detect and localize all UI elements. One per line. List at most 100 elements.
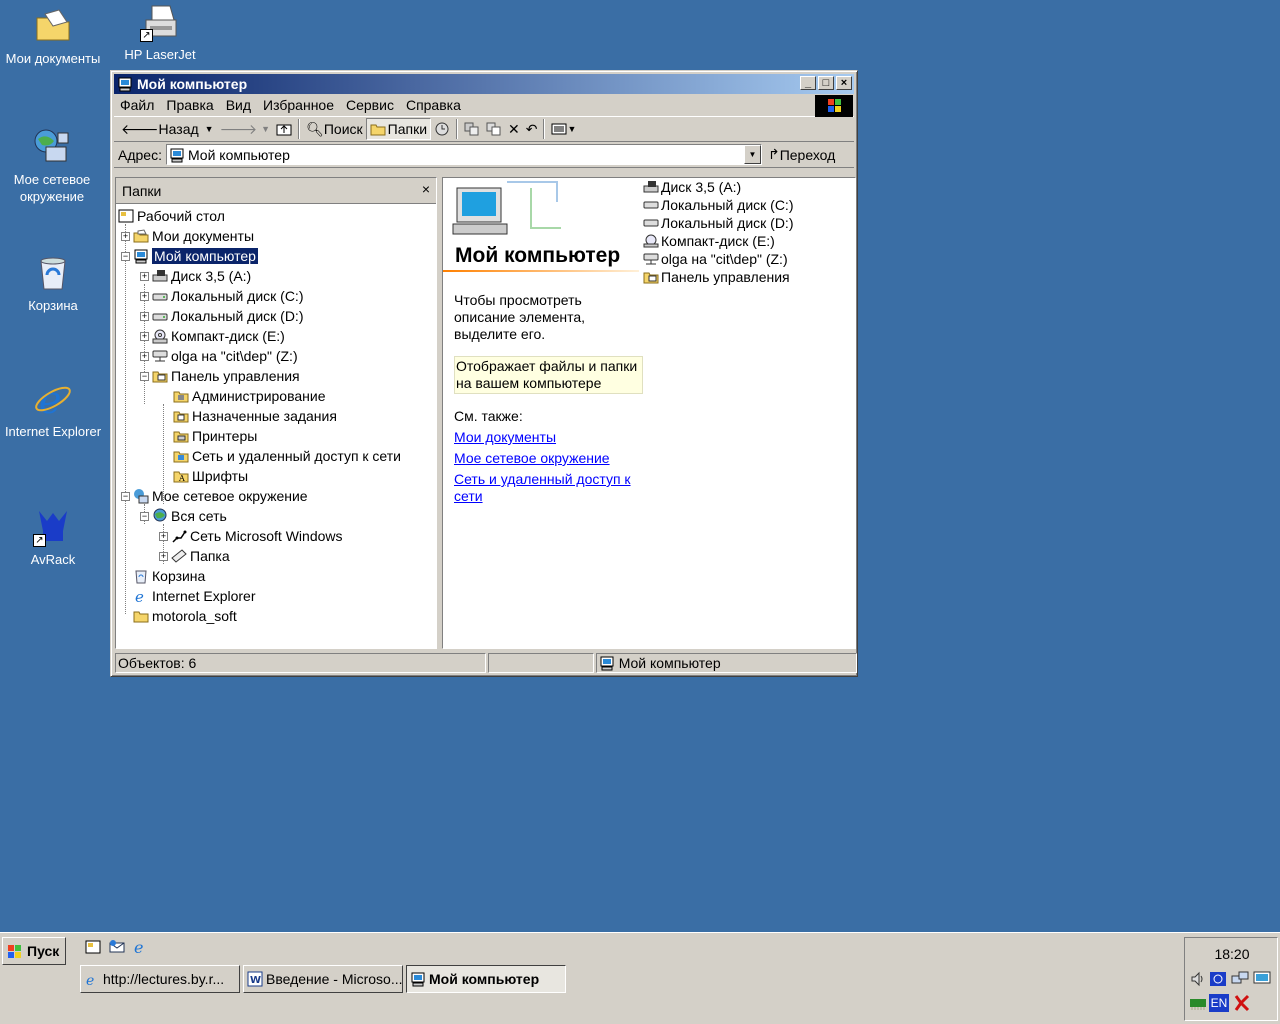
forward-button[interactable]: 🡒 ▼ <box>217 118 273 140</box>
expand-icon[interactable]: + <box>159 551 168 561</box>
folders-button[interactable]: Папки <box>365 118 432 140</box>
link-my-documents[interactable]: Мои документы <box>454 429 556 445</box>
desktop-icon-printer[interactable]: ↗ HP LaserJet <box>108 2 212 63</box>
address-bar: Адрес: Мой компьютер ▼ ↱ Переход <box>114 142 854 168</box>
delete-button[interactable]: ✕ <box>505 118 523 140</box>
tree-item-drive-d[interactable]: + Локальный диск (D:) <box>140 306 304 326</box>
tree-item-drive-c[interactable]: + Локальный диск (C:) <box>140 286 304 306</box>
tree-item-network-drive-z[interactable]: + olga на "cit\dep" (Z:) <box>140 346 298 366</box>
hardware-icon[interactable] <box>1189 994 1207 1012</box>
clock[interactable]: 18:20 <box>1185 946 1279 962</box>
menu-file[interactable]: Файл <box>114 97 160 113</box>
tree-item-fonts[interactable]: A Шрифты <box>173 466 248 486</box>
list-item-floppy[interactable]: Диск 3,5 (A:) <box>643 178 741 196</box>
list-item-drive-d[interactable]: Локальный диск (D:) <box>643 214 794 232</box>
title-bar[interactable]: Мой компьютер _ □ × <box>114 74 854 94</box>
desktop-icon-network-places[interactable]: Мое сетевое окружение <box>0 127 104 205</box>
desktop-icon-recycle-bin[interactable]: Корзина <box>1 253 105 314</box>
tree-item-folder[interactable]: + Папка <box>159 546 230 566</box>
word-document-icon: W <box>247 971 263 987</box>
tree-item-desktop[interactable]: Рабочий стол <box>118 206 225 226</box>
internet-explorer-icon[interactable]: e <box>132 938 150 956</box>
list-item-cd-e[interactable]: Компакт-диск (E:) <box>643 232 775 250</box>
collapse-icon[interactable]: − <box>140 371 149 381</box>
tree-item-network-places[interactable]: − Мое сетевое окружение <box>121 486 308 506</box>
link-network-places[interactable]: Мое сетевое окружение <box>454 450 610 466</box>
address-dropdown-button[interactable]: ▼ <box>743 145 761 164</box>
expand-icon[interactable]: + <box>121 231 130 241</box>
tree-item-label: Панель управления <box>171 368 300 384</box>
list-item-control-panel[interactable]: Панель управления <box>643 268 790 286</box>
go-button[interactable]: ↱ Переход <box>768 146 835 163</box>
views-icon <box>551 123 567 135</box>
tree-item-microsoft-windows-network[interactable]: + Сеть Microsoft Windows <box>159 526 343 546</box>
history-button[interactable] <box>431 118 453 140</box>
list-item-network-drive-z[interactable]: olga на "cit\dep" (Z:) <box>643 250 788 268</box>
expand-icon[interactable]: + <box>140 331 149 341</box>
hard-drive-icon <box>643 201 659 209</box>
tree-item-motorola-soft[interactable]: motorola_soft <box>133 606 237 626</box>
folders-pane-close-icon[interactable]: × <box>422 181 430 197</box>
menu-edit[interactable]: Правка <box>160 97 219 113</box>
tree-item-cd-e[interactable]: + Компакт-диск (E:) <box>140 326 285 346</box>
desktop-icon-avrack[interactable]: ↗ AvRack <box>1 507 105 568</box>
tree-item-floppy[interactable]: + Диск 3,5 (A:) <box>140 266 251 286</box>
expand-icon[interactable]: + <box>140 291 149 301</box>
link-network-dialup-cont[interactable]: сети <box>454 488 483 504</box>
network-status-icon[interactable] <box>1231 970 1249 988</box>
show-desktop-icon[interactable] <box>84 938 102 956</box>
menu-tools[interactable]: Сервис <box>340 97 400 113</box>
start-button[interactable]: Пуск <box>2 937 66 965</box>
expand-icon[interactable]: + <box>140 271 149 281</box>
menu-help[interactable]: Справка <box>400 97 467 113</box>
tree-item-recycle-bin[interactable]: Корзина <box>133 566 205 586</box>
expand-icon[interactable]: + <box>159 531 168 541</box>
tree-item-my-documents[interactable]: + Мои документы <box>121 226 254 246</box>
tree-item-administration[interactable]: Администрирование <box>173 386 326 406</box>
close-button[interactable]: × <box>836 76 852 90</box>
menu-view[interactable]: Вид <box>220 97 257 113</box>
language-indicator[interactable]: EN <box>1209 994 1229 1012</box>
tree-item-entire-network[interactable]: − Вся сеть <box>140 506 227 526</box>
outlook-express-icon[interactable] <box>108 938 126 956</box>
tree-item-printers[interactable]: Принтеры <box>173 426 257 446</box>
desktop-icon-label: AvRack <box>30 552 76 567</box>
display-settings-icon[interactable] <box>1253 970 1271 988</box>
list-item-drive-c[interactable]: Локальный диск (C:) <box>643 196 794 214</box>
move-to-button[interactable] <box>461 118 483 140</box>
collapse-icon[interactable]: − <box>121 251 130 261</box>
volume-icon[interactable] <box>1189 970 1207 988</box>
tree-item-control-panel[interactable]: − Панель управления <box>140 366 300 386</box>
tree-item-network-dialup[interactable]: Сеть и удаленный доступ к сети <box>173 446 401 466</box>
link-network-dialup[interactable]: Сеть и удаленный доступ к <box>454 471 631 487</box>
address-input[interactable]: Мой компьютер ▼ <box>165 144 762 165</box>
up-folder-button[interactable] <box>273 118 295 140</box>
menu-favorites[interactable]: Избранное <box>257 97 340 113</box>
media-player-icon[interactable] <box>1209 970 1227 988</box>
views-button[interactable]: ▼ <box>548 118 579 140</box>
undo-button[interactable]: ↶ <box>523 118 541 140</box>
tree-item-internet-explorer[interactable]: e Internet Explorer <box>133 586 256 606</box>
expand-icon[interactable]: + <box>140 311 149 321</box>
collapse-icon[interactable]: − <box>140 511 149 521</box>
tree-item-label: Назначенные задания <box>192 408 337 424</box>
antivirus-icon[interactable] <box>1233 994 1251 1012</box>
administration-folder-icon <box>173 391 189 403</box>
task-button-my-computer[interactable]: Мой компьютер <box>406 965 566 993</box>
task-label: Мой компьютер <box>429 971 540 987</box>
back-button[interactable]: 🡐 Назад ▼ <box>118 118 217 140</box>
expand-icon[interactable]: + <box>140 351 149 361</box>
folder-icon <box>133 611 149 623</box>
collapse-icon[interactable]: − <box>121 491 130 501</box>
copy-to-button[interactable] <box>483 118 505 140</box>
search-button[interactable]: 🔍︎ Поиск <box>303 118 366 140</box>
svg-text:e: e <box>134 938 143 956</box>
minimize-button[interactable]: _ <box>800 76 816 90</box>
tree-item-my-computer[interactable]: − Мой компьютер <box>121 246 258 266</box>
tree-item-scheduled-tasks[interactable]: Назначенные задания <box>173 406 337 426</box>
task-button-browser[interactable]: e http://lectures.by.r... <box>80 965 240 993</box>
desktop-icon-internet-explorer[interactable]: e Internet Explorer <box>1 378 105 440</box>
desktop-icon-my-documents[interactable]: Мои документы <box>1 6 105 67</box>
maximize-button[interactable]: □ <box>818 76 834 90</box>
task-button-word[interactable]: W Введение - Microso... <box>243 965 403 993</box>
